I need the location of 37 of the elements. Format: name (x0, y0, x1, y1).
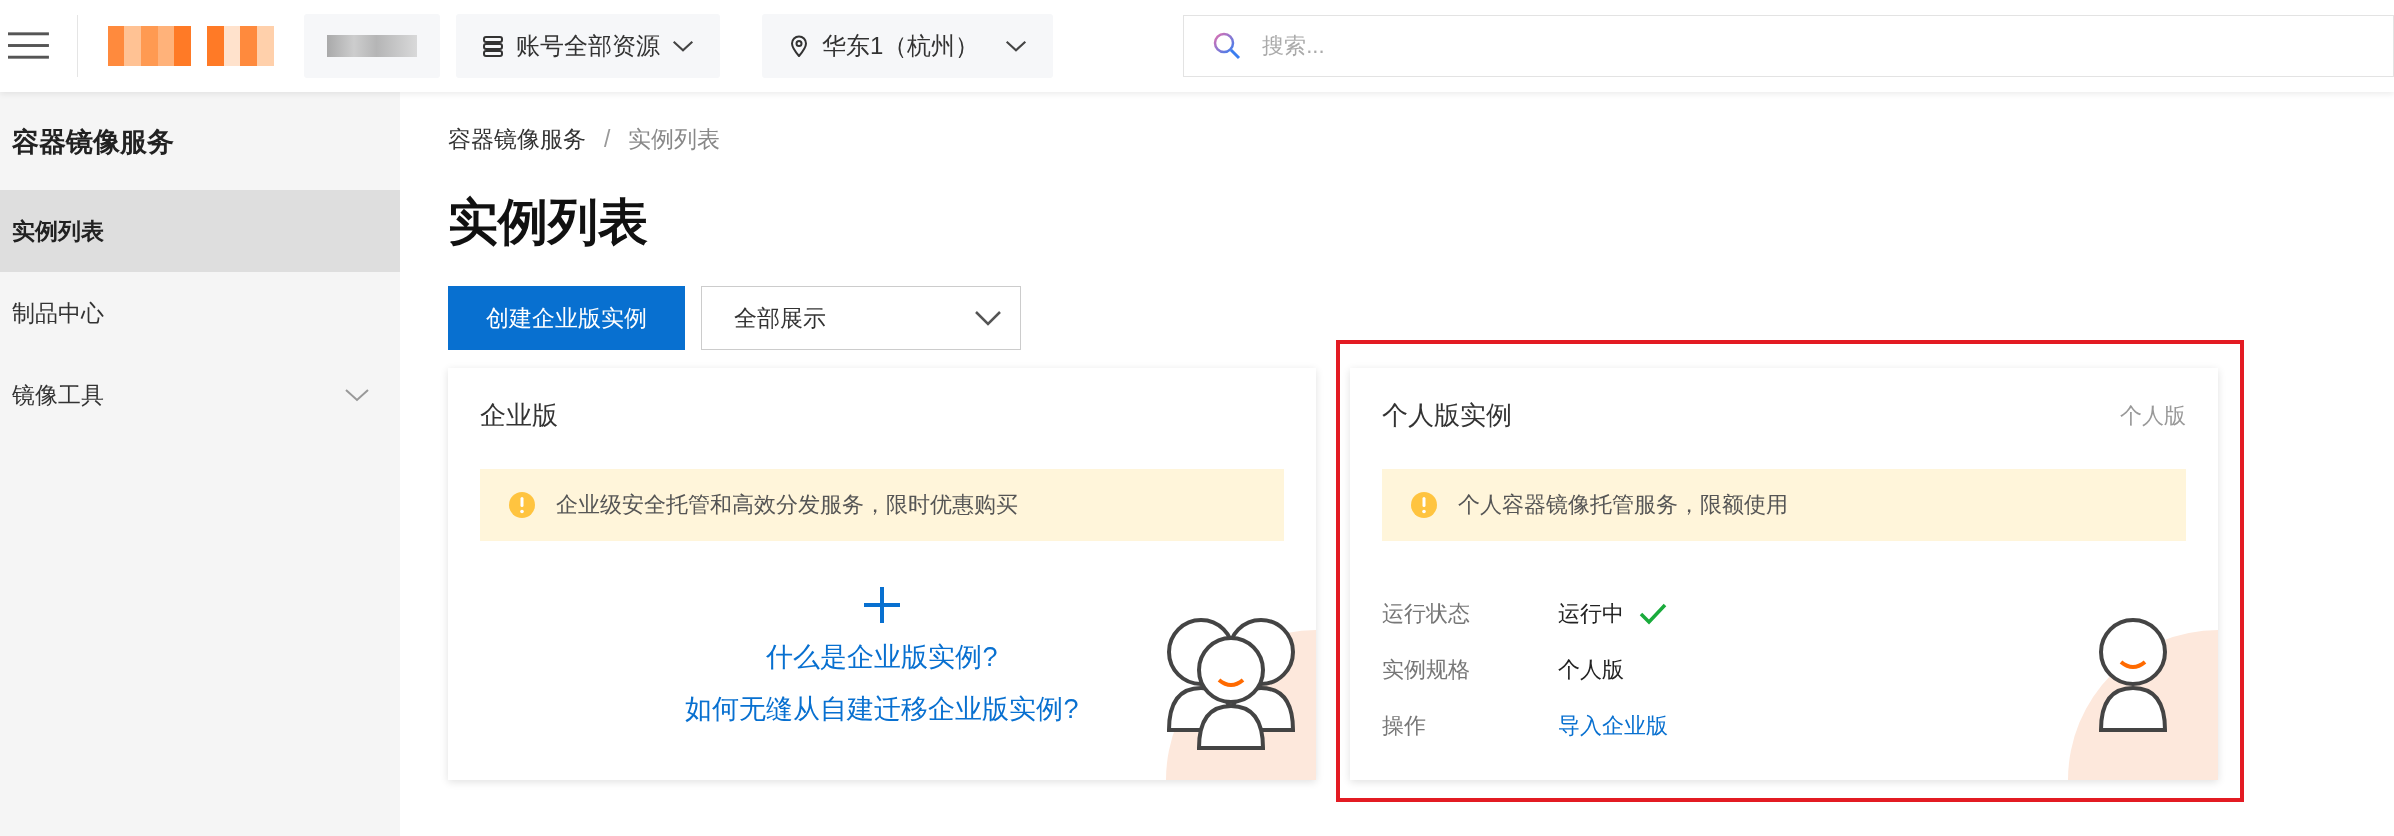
help-link[interactable]: 如何无缝从自建迁移企业版实例? (685, 691, 1079, 727)
sidebar-title: 容器镜像服务 (11, 126, 175, 159)
check-icon (1638, 602, 1668, 626)
warning-icon (1410, 491, 1438, 519)
edition-label: 个人版 (2120, 401, 2186, 430)
warning-icon (508, 491, 536, 519)
menu-icon[interactable] (8, 30, 49, 62)
breadcrumb-item[interactable]: 容器镜像服务 (448, 124, 586, 155)
caret-icon (974, 310, 1002, 326)
server-icon (481, 35, 504, 57)
create-instance-button[interactable]: 创建企业版实例 (448, 286, 685, 350)
breadcrumb-separator: / (604, 126, 611, 153)
search-icon (1212, 31, 1243, 61)
page-title: 实例列表 (448, 193, 649, 252)
blurred-menu-item[interactable] (303, 14, 440, 78)
help-link[interactable]: 什么是企业版实例? (766, 639, 998, 675)
logo-placeholder[interactable] (107, 26, 274, 66)
chevron-down-icon[interactable] (344, 387, 370, 403)
field-label: 操作 (1382, 712, 1427, 740)
status-value: 运行中 (1558, 600, 1624, 628)
search-field[interactable]: 搜索... (1183, 15, 2394, 77)
plus-icon[interactable] (864, 587, 900, 623)
field-label: 运行状态 (1382, 600, 1471, 628)
field-label: 实例规格 (1382, 656, 1471, 684)
sidebar-item[interactable]: 制品中心 (0, 272, 400, 354)
account-scope-dropdown[interactable]: 账号全部资源 (455, 14, 720, 78)
import-link[interactable]: 导入企业版 (1558, 711, 1668, 741)
field-value: 个人版 (1558, 656, 1625, 684)
breadcrumb-item: 实例列表 (628, 125, 721, 154)
sidebar-item[interactable]: 镜像工具 (0, 354, 400, 436)
card-title: 企业版 (480, 399, 558, 432)
filter-dropdown[interactable]: 全部展示 (701, 286, 1021, 350)
notice-text: 企业级安全托管和高效分发服务，限时优惠购买 (556, 491, 1018, 519)
notice-text: 个人容器镜像托管服务，限额使用 (1458, 491, 1788, 519)
sidebar-item[interactable]: 实例列表 (0, 190, 400, 272)
card-title: 个人版实例 (1382, 399, 1512, 432)
region-dropdown[interactable]: 华东1（杭州） (761, 14, 1054, 78)
